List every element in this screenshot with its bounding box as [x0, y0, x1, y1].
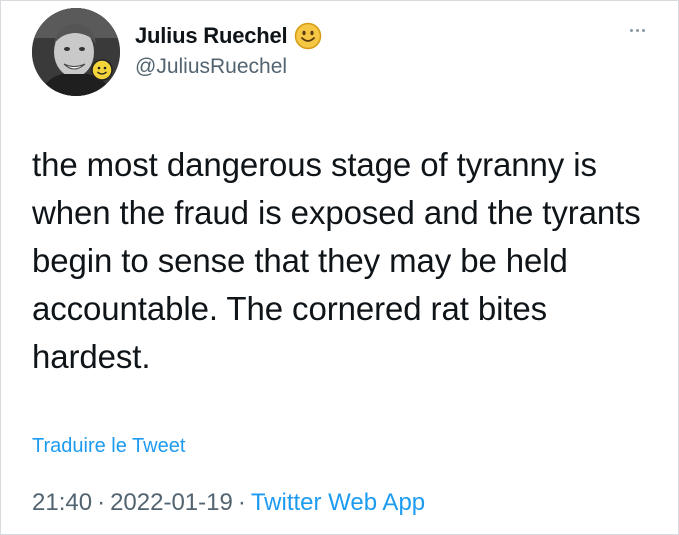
avatar[interactable] [32, 8, 120, 96]
smiley-face-icon [294, 22, 322, 50]
user-handle[interactable]: @JuliusRuechel [135, 55, 322, 79]
tweet-text: the most dangerous stage of tyranny is w… [32, 146, 641, 375]
user-info: Julius Ruechel @JuliusRuechel [135, 21, 322, 79]
meta-separator: · [97, 489, 106, 516]
tweet-date[interactable]: 2022-01-19 [110, 489, 233, 516]
tweet-card: Julius Ruechel @JuliusRuechel the most d… [0, 0, 679, 535]
dot [642, 29, 645, 32]
translate-tweet-link[interactable]: Traduire le Tweet [32, 435, 185, 458]
dot [636, 29, 639, 32]
display-name[interactable]: Julius Ruechel [135, 23, 288, 49]
meta-separator: · [237, 489, 246, 516]
tweet-meta: 21:40 · 2022-01-19 · Twitter Web App [32, 489, 425, 517]
display-name-row: Julius Ruechel [135, 21, 322, 51]
avatar-image [32, 8, 120, 96]
dot [630, 29, 633, 32]
more-options-icon[interactable] [630, 29, 645, 32]
tweet-time[interactable]: 21:40 [32, 489, 92, 516]
tweet-source-link[interactable]: Twitter Web App [251, 489, 425, 516]
